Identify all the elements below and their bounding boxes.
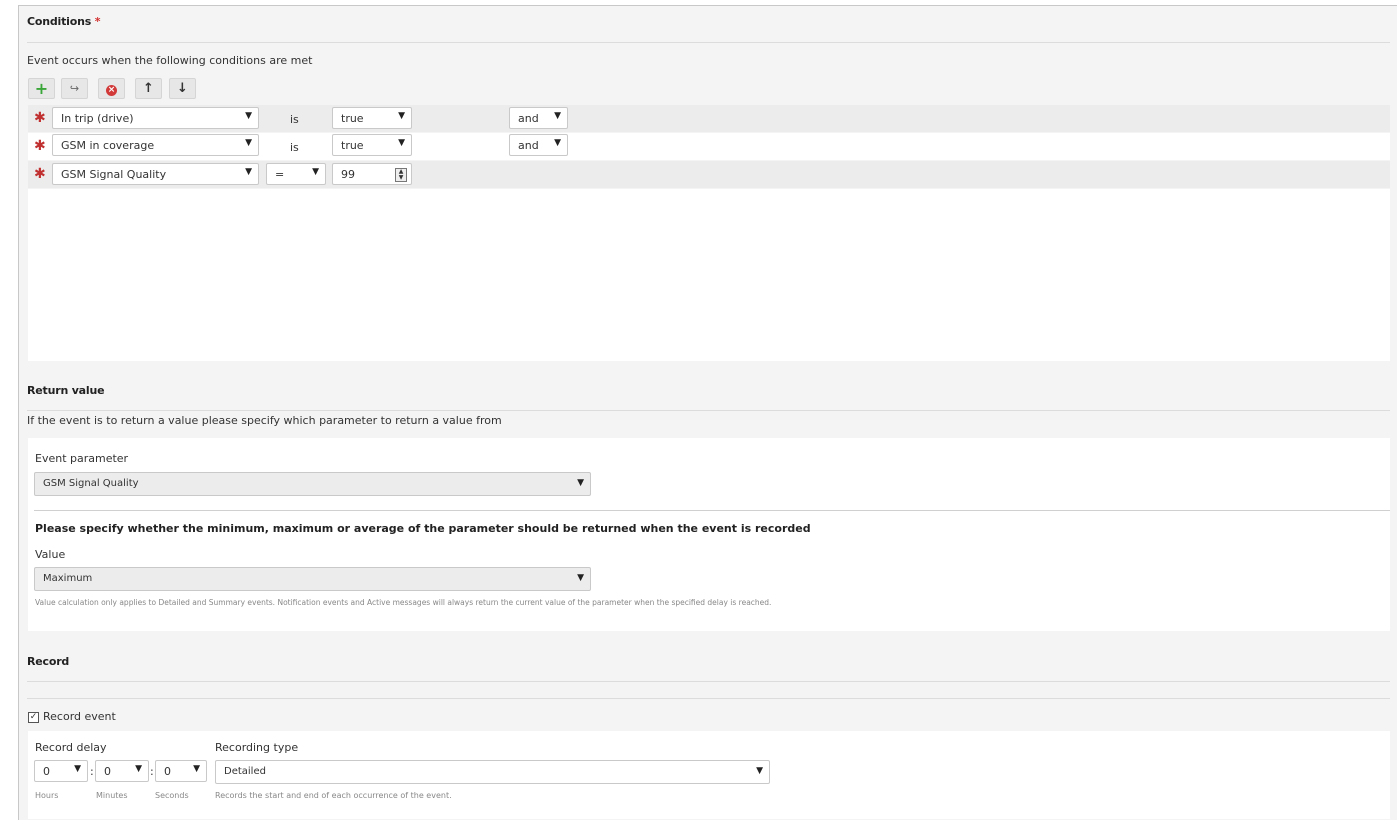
event-parameter-select[interactable]: GSM Signal Quality ▼ <box>34 472 591 496</box>
operator-label: is <box>290 113 299 126</box>
condition-parameter-select[interactable]: In trip (drive) ▼ <box>52 107 259 129</box>
operator-label: is <box>290 141 299 154</box>
time-separator: : <box>150 765 154 778</box>
condition-row: ✱ In trip (drive) ▼ is true ▼ and ▼ <box>28 105 1390 132</box>
select-value: 0 <box>104 765 111 778</box>
select-value: In trip (drive) <box>61 112 134 125</box>
condition-row: ✱ GSM Signal Quality ▼ = ▼ 99 ▲ ▼ <box>28 161 1390 188</box>
select-value: and <box>518 112 539 125</box>
return-value-description: If the event is to return a value please… <box>27 414 502 427</box>
export-icon: ↪ <box>69 82 80 95</box>
aggregation-question: Please specify whether the minimum, maxi… <box>35 522 811 535</box>
dropdown-arrow-icon: ▼ <box>554 138 561 148</box>
condition-value-input[interactable]: 99 ▲ ▼ <box>332 163 412 185</box>
seconds-select[interactable]: 0 ▼ <box>155 760 207 782</box>
select-value: Detailed <box>224 766 266 777</box>
dropdown-arrow-icon: ▼ <box>245 167 252 177</box>
minutes-select[interactable]: 0 ▼ <box>95 760 149 782</box>
select-value: = <box>275 168 285 181</box>
dropdown-arrow-icon: ▼ <box>74 764 81 774</box>
group-condition-button[interactable]: ↪ <box>61 78 88 99</box>
record-delay-label: Record delay <box>35 741 107 754</box>
dropdown-arrow-icon: ▼ <box>577 478 584 488</box>
select-value: GSM Signal Quality <box>43 478 139 489</box>
record-event-label: Record event <box>43 710 116 723</box>
checkmark-icon: ✓ <box>29 712 38 722</box>
record-event-checkbox[interactable]: ✓ <box>28 712 39 723</box>
move-up-button[interactable]: ↑ <box>135 78 162 99</box>
select-value: GSM in coverage <box>61 139 155 152</box>
remove-circle-icon: × <box>106 85 117 96</box>
value-label: Value <box>35 548 66 561</box>
select-value: 0 <box>164 765 171 778</box>
select-value: and <box>518 139 539 152</box>
recording-type-note: Records the start and end of each occurr… <box>215 791 452 800</box>
dropdown-arrow-icon: ▼ <box>577 573 584 583</box>
dropdown-arrow-icon: ▼ <box>245 111 252 121</box>
dropdown-arrow-icon: ▼ <box>398 138 405 148</box>
conditions-empty-area <box>28 189 1390 361</box>
condition-parameter-select[interactable]: GSM in coverage ▼ <box>52 134 259 156</box>
spinner-icon[interactable]: ▲ ▼ <box>395 168 407 182</box>
dropdown-arrow-icon: ▼ <box>135 764 142 774</box>
conditions-title: Conditions * <box>27 15 100 28</box>
required-asterisk-icon: ✱ <box>34 166 46 182</box>
dropdown-arrow-icon: ▼ <box>554 111 561 121</box>
dropdown-arrow-icon: ▼ <box>193 764 200 774</box>
divider <box>27 698 1390 699</box>
dropdown-arrow-icon: ▼ <box>245 138 252 148</box>
condition-joiner-select[interactable]: and ▼ <box>509 107 568 129</box>
time-separator: : <box>90 765 94 778</box>
event-parameter-label: Event parameter <box>35 452 129 465</box>
input-value: 99 <box>341 168 355 181</box>
dropdown-arrow-icon: ▼ <box>398 111 405 121</box>
divider <box>27 681 1390 682</box>
select-value: true <box>341 112 364 125</box>
arrow-down-icon: ↓ <box>177 81 188 96</box>
required-mark: * <box>94 15 101 28</box>
select-value: GSM Signal Quality <box>61 168 167 181</box>
divider <box>27 410 1390 411</box>
select-value: Maximum <box>43 573 93 584</box>
recording-type-select[interactable]: Detailed ▼ <box>215 760 770 784</box>
required-asterisk-icon: ✱ <box>34 138 46 154</box>
seconds-label: Seconds <box>155 791 189 800</box>
dropdown-arrow-icon: ▼ <box>312 167 319 177</box>
delete-condition-button[interactable]: × <box>98 78 125 99</box>
conditions-description: Event occurs when the following conditio… <box>27 54 313 67</box>
move-down-button[interactable]: ↓ <box>169 78 196 99</box>
hours-label: Hours <box>35 791 59 800</box>
condition-value-select[interactable]: true ▼ <box>332 134 412 156</box>
divider <box>27 42 1390 43</box>
return-value-title: Return value <box>27 384 105 397</box>
condition-joiner-select[interactable]: and ▼ <box>509 134 568 156</box>
condition-operator-select[interactable]: = ▼ <box>266 163 326 185</box>
conditions-title-text: Conditions <box>27 15 92 28</box>
plus-icon: + <box>34 79 49 98</box>
add-condition-button[interactable]: + <box>28 78 55 99</box>
select-value: true <box>341 139 364 152</box>
condition-row: ✱ GSM in coverage ▼ is true ▼ and ▼ <box>28 133 1390 160</box>
condition-parameter-select[interactable]: GSM Signal Quality ▼ <box>52 163 259 185</box>
dropdown-arrow-icon: ▼ <box>756 766 763 776</box>
record-title: Record <box>27 655 70 668</box>
value-select[interactable]: Maximum ▼ <box>34 567 591 591</box>
condition-value-select[interactable]: true ▼ <box>332 107 412 129</box>
minutes-label: Minutes <box>96 791 128 800</box>
required-asterisk-icon: ✱ <box>34 110 46 126</box>
value-note: Value calculation only applies to Detail… <box>35 598 772 607</box>
hours-select[interactable]: 0 ▼ <box>34 760 88 782</box>
recording-type-label: Recording type <box>215 741 299 754</box>
arrow-up-icon: ↑ <box>143 81 154 96</box>
select-value: 0 <box>43 765 50 778</box>
divider <box>34 510 1390 511</box>
